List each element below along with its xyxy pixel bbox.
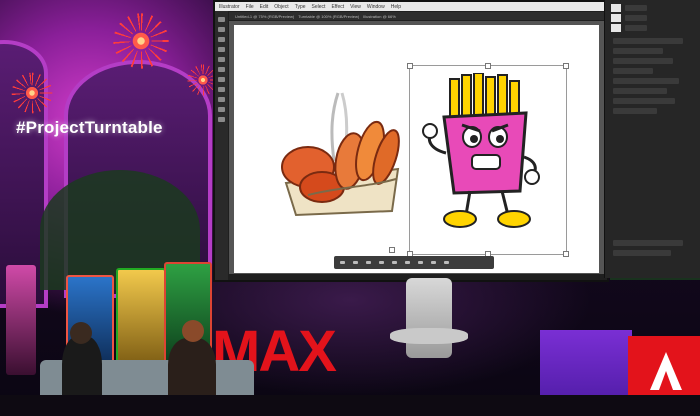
arcade-cabinet bbox=[6, 265, 36, 375]
panel-row[interactable] bbox=[613, 240, 683, 246]
tab-document[interactable]: Illustration @ 66% bbox=[363, 14, 396, 19]
adobe-logo-cut bbox=[659, 371, 673, 390]
layer-row[interactable] bbox=[625, 25, 647, 31]
presenter-head bbox=[70, 322, 92, 344]
app-menubar: Illustrator File Edit Object Type Select… bbox=[215, 2, 607, 11]
tools-panel bbox=[215, 11, 228, 280]
taskbar-button-icon[interactable] bbox=[340, 261, 345, 264]
chandelier-light bbox=[96, 6, 186, 76]
tab-document[interactable]: Untitled-1 @ 75% (RGB/Preview) bbox=[235, 14, 294, 19]
layer-thumbnail[interactable] bbox=[611, 4, 621, 12]
layers-panel bbox=[604, 0, 700, 278]
chandelier-light bbox=[0, 66, 64, 120]
menu-item[interactable]: Object bbox=[274, 4, 288, 10]
selection-tool-icon[interactable] bbox=[218, 17, 225, 22]
gradient-tool-icon[interactable] bbox=[218, 97, 225, 102]
menu-item[interactable]: Help bbox=[391, 4, 401, 10]
document-tabs: Untitled-1 @ 75% (RGB/Preview) Turntable… bbox=[229, 12, 607, 20]
panel-row[interactable] bbox=[613, 78, 679, 84]
zoom-icon[interactable] bbox=[218, 117, 225, 122]
taskbar-button-icon[interactable] bbox=[418, 261, 423, 264]
menu-item[interactable]: Illustrator bbox=[219, 4, 240, 10]
taskbar-button-icon[interactable] bbox=[431, 261, 436, 264]
menu-item[interactable]: Edit bbox=[260, 4, 269, 10]
presenter-head bbox=[182, 320, 204, 342]
pen-tool-icon[interactable] bbox=[218, 37, 225, 42]
canvas-area[interactable] bbox=[229, 21, 604, 274]
rotate-tool-icon[interactable] bbox=[218, 77, 225, 82]
stage-floor bbox=[0, 395, 700, 416]
scale-tool-icon[interactable] bbox=[218, 87, 225, 92]
tab-document[interactable]: Turntable @ 100% (RGB/Preview) bbox=[298, 14, 359, 19]
rotate-handle-icon[interactable] bbox=[389, 247, 395, 253]
layer-row[interactable] bbox=[625, 5, 647, 11]
resize-handle[interactable] bbox=[485, 63, 491, 69]
shape-tool-icon[interactable] bbox=[218, 57, 225, 62]
bread-basket-illustration[interactable] bbox=[278, 91, 408, 221]
taskbar-button-icon[interactable] bbox=[353, 261, 358, 264]
layer-row[interactable] bbox=[625, 15, 647, 21]
menu-item[interactable]: Effect bbox=[331, 4, 344, 10]
menu-item[interactable]: Window bbox=[367, 4, 385, 10]
menu-item[interactable]: Type bbox=[295, 4, 306, 10]
context-task-bar bbox=[334, 256, 494, 269]
layer-thumbnail[interactable] bbox=[611, 24, 621, 32]
panel-row[interactable] bbox=[613, 58, 673, 64]
panel-row[interactable] bbox=[613, 250, 671, 256]
stand-base bbox=[390, 328, 468, 344]
panel-row[interactable] bbox=[613, 108, 657, 114]
menu-item[interactable]: Select bbox=[312, 4, 326, 10]
arcade-cabinet bbox=[116, 268, 166, 370]
taskbar-button-icon[interactable] bbox=[444, 261, 449, 264]
projected-illustrator-screen: Illustrator File Edit Object Type Select… bbox=[213, 0, 609, 282]
type-tool-icon[interactable] bbox=[218, 47, 225, 52]
panel-row[interactable] bbox=[613, 68, 653, 74]
taskbar-button-icon[interactable] bbox=[366, 261, 371, 264]
menu-item[interactable]: View bbox=[350, 4, 361, 10]
tree-stand-prop bbox=[406, 278, 452, 358]
panel-row[interactable] bbox=[613, 88, 667, 94]
resize-handle[interactable] bbox=[563, 63, 569, 69]
keynote-stage-photo: #ProjectTurntable Illustrator File Edit … bbox=[0, 0, 700, 416]
resize-handle[interactable] bbox=[563, 251, 569, 257]
menu-item[interactable]: File bbox=[246, 4, 254, 10]
hand-icon[interactable] bbox=[218, 107, 225, 112]
taskbar-button-icon[interactable] bbox=[392, 261, 397, 264]
brush-tool-icon[interactable] bbox=[218, 67, 225, 72]
direct-select-icon[interactable] bbox=[218, 27, 225, 32]
taskbar-button-icon[interactable] bbox=[405, 261, 410, 264]
panel-row[interactable] bbox=[613, 38, 683, 44]
layer-thumbnail[interactable] bbox=[611, 14, 621, 22]
selection-bounding-box[interactable] bbox=[407, 63, 569, 257]
hashtag-sign: #ProjectTurntable bbox=[16, 118, 163, 137]
taskbar-button-icon[interactable] bbox=[379, 261, 384, 264]
panel-row[interactable] bbox=[613, 98, 675, 104]
artboard[interactable] bbox=[234, 25, 599, 273]
resize-handle[interactable] bbox=[407, 63, 413, 69]
panel-row[interactable] bbox=[613, 48, 663, 54]
